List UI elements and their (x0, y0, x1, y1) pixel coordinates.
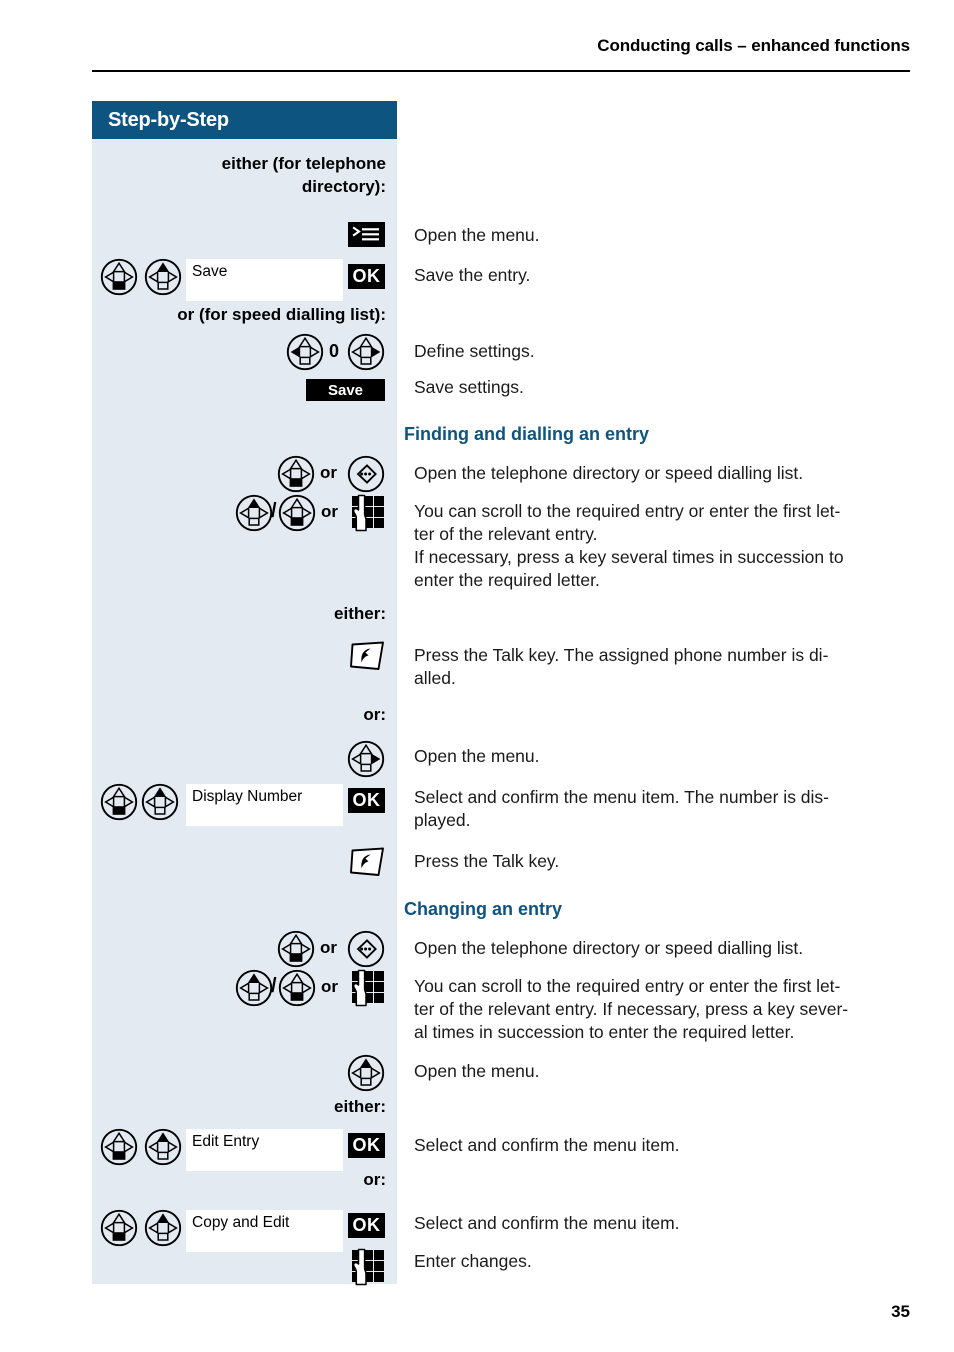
display-number-line-1: Select and confirm the menu item. The nu… (414, 787, 830, 807)
text-press-talk-2: Press the Talk key. (414, 851, 560, 871)
display-number-line-2: played. (414, 810, 471, 830)
label-line-1: either (for telephone (221, 154, 386, 173)
label-or-1: or: (363, 705, 386, 724)
menu-list-edit-entry-value: Edit Entry (192, 1133, 260, 1150)
talk-key-icon-1[interactable] (349, 640, 387, 677)
header-rule (92, 70, 910, 72)
keypad-icon-1[interactable] (348, 493, 388, 538)
press-talk-1-line-1: Press the Talk key. The assigned phone n… (414, 645, 829, 665)
menu-list-copy-and-edit-value: Copy and Edit (192, 1214, 290, 1231)
or-word-4: or (321, 977, 338, 996)
keypad-glyph-3 (352, 1248, 384, 1286)
nav-key-down-icon-5[interactable] (277, 930, 315, 968)
or-word-3: or (320, 938, 337, 957)
label-or-speed-dialling: or (for speed dialling list): (177, 305, 386, 324)
label-line-2: directory): (301, 177, 386, 196)
label-either-telephone-directory: either (for telephone directory): (92, 152, 397, 198)
scroll-1-line-4: enter the required letter. (414, 570, 600, 590)
menu-list-edit-entry[interactable]: Edit Entry (186, 1129, 343, 1171)
ok-button-2[interactable]: OK (348, 788, 385, 813)
text-enter-changes: Enter changes. (414, 1251, 532, 1271)
text-open-directory-1: Open the telephone directory or speed di… (414, 463, 804, 483)
nav-key-down-icon-4[interactable] (100, 783, 138, 821)
softkey-save[interactable]: Save (306, 379, 385, 401)
directory-key-glyph (347, 455, 385, 493)
nav-key-up-icon-7[interactable] (144, 1209, 182, 1247)
directory-key-icon-1[interactable] (347, 455, 385, 498)
running-head: Conducting calls – enhanced functions (597, 36, 910, 55)
label-either-2: either: (334, 1097, 386, 1116)
scroll-2-line-3: al times in succession to enter the requ… (414, 1022, 795, 1042)
scroll-1-line-2: ter of the relevant entry. (414, 524, 598, 544)
label-or-2: or: (363, 1170, 386, 1189)
talk-key-glyph (350, 641, 384, 670)
or-word-2: or (321, 502, 338, 521)
ok-button-1[interactable]: OK (348, 264, 385, 289)
nav-key-up-icon-6[interactable] (144, 1128, 182, 1166)
ok-button-3[interactable]: OK (348, 1133, 385, 1158)
menu-key-icon[interactable] (348, 222, 385, 247)
text-open-directory-2: Open the telephone directory or speed di… (414, 938, 804, 958)
nav-key-up-icon-1[interactable] (144, 258, 182, 296)
digit-zero: 0 (329, 341, 340, 361)
nav-key-left-icon-1[interactable] (286, 333, 324, 371)
directory-key-glyph-2 (347, 930, 385, 968)
text-save-the-entry: Save the entry. (414, 265, 531, 285)
scroll-1-line-1: You can scroll to the required entry or … (414, 501, 841, 521)
press-talk-1-line-2: alled. (414, 668, 456, 688)
scroll-2-line-1: You can scroll to the required entry or … (414, 976, 841, 996)
nav-key-down-icon-2[interactable] (277, 455, 315, 493)
keypad-glyph-2 (352, 969, 384, 1007)
heading-finding-and-dialling: Finding and dialling an entry (404, 424, 650, 444)
text-scroll-or-enter-2: You can scroll to the required entry or … (404, 975, 952, 1044)
nav-key-up-icon-2[interactable] (235, 494, 273, 532)
slash-separator-2: / (271, 975, 277, 997)
slash-separator-1: / (271, 500, 277, 522)
directory-key-icon-2[interactable] (347, 930, 385, 973)
text-press-talk-1: Press the Talk key. The assigned phone n… (404, 644, 949, 690)
heading-changing-an-entry: Changing an entry (404, 899, 563, 919)
text-display-number: Select and confirm the menu item. The nu… (404, 786, 949, 832)
nav-key-down-icon-1[interactable] (100, 258, 138, 296)
nav-key-down-icon-8[interactable] (100, 1209, 138, 1247)
nav-key-down-icon-6[interactable] (278, 969, 316, 1007)
nav-key-down-icon-7[interactable] (100, 1128, 138, 1166)
page-number: 35 (891, 1302, 910, 1321)
text-open-menu-2: Open the menu. (414, 746, 540, 766)
step-by-step-column: Step-by-Step (92, 101, 397, 139)
ok-button-4[interactable]: OK (348, 1213, 385, 1238)
text-scroll-or-enter-1: You can scroll to the required entry or … (404, 500, 949, 592)
menu-list-save-value: Save (192, 263, 228, 280)
text-copy-and-edit: Select and confirm the menu item. (414, 1213, 680, 1233)
menu-key-glyph (352, 226, 379, 241)
nav-key-up-icon-5[interactable] (347, 1054, 385, 1092)
menu-list-display-number[interactable]: Display Number (186, 784, 343, 826)
nav-key-right-icon-2[interactable] (347, 740, 385, 778)
or-word-1: or (320, 463, 337, 482)
text-define-settings: Define settings. (414, 341, 535, 361)
step-by-step-title: Step-by-Step (92, 101, 397, 139)
text-open-menu-3: Open the menu. (414, 1061, 540, 1081)
menu-list-copy-and-edit[interactable]: Copy and Edit (186, 1210, 343, 1252)
nav-key-right-icon-1[interactable] (347, 333, 385, 371)
text-save-settings: Save settings. (414, 377, 524, 397)
nav-key-up-icon-3[interactable] (141, 783, 179, 821)
menu-list-display-number-value: Display Number (192, 788, 303, 805)
keypad-icon-2[interactable] (348, 968, 388, 1013)
talk-key-icon-2[interactable] (349, 846, 387, 883)
keypad-glyph (352, 494, 384, 532)
text-edit-entry: Select and confirm the menu item. (414, 1135, 680, 1155)
nav-key-up-icon-4[interactable] (235, 969, 273, 1007)
talk-key-glyph-2 (350, 847, 384, 876)
nav-key-down-icon-3[interactable] (278, 494, 316, 532)
menu-list-save[interactable]: Save (186, 259, 343, 301)
scroll-2-line-2: ter of the relevant entry. If necessary,… (414, 999, 849, 1019)
keypad-icon-3[interactable] (348, 1247, 388, 1292)
text-open-menu-1: Open the menu. (414, 225, 540, 245)
label-either-1: either: (334, 604, 386, 623)
scroll-1-line-3: If necessary, press a key several times … (414, 547, 844, 567)
